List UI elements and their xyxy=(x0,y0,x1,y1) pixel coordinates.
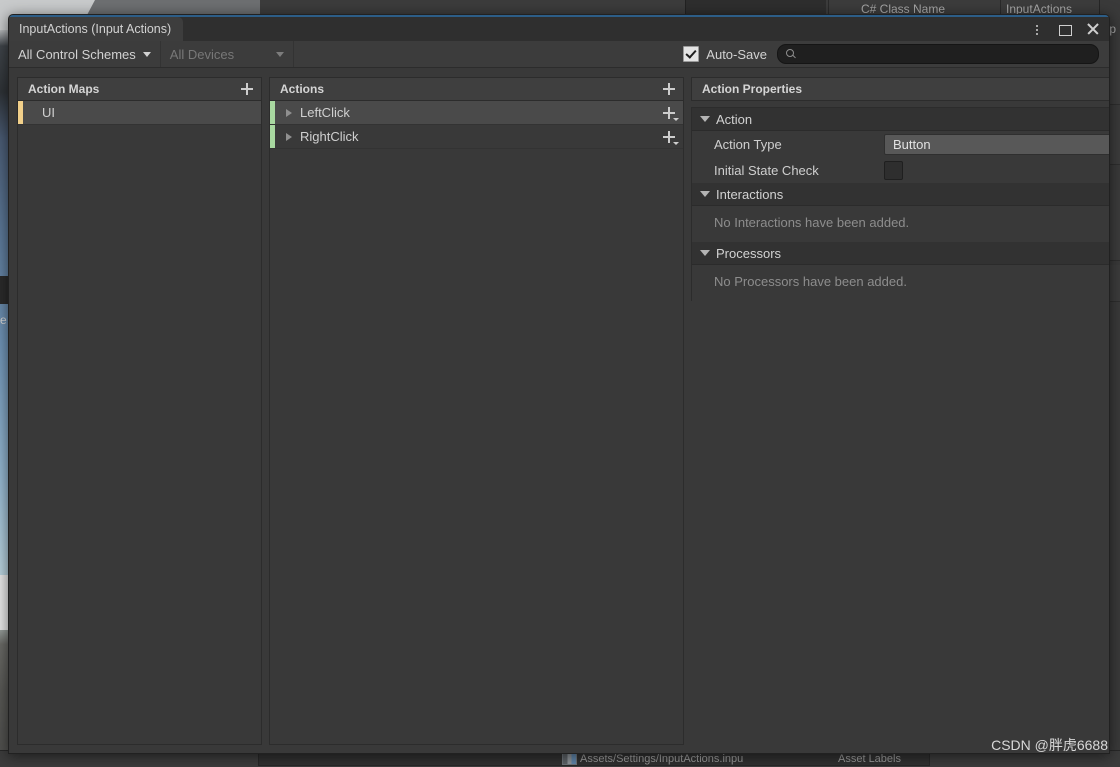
chevron-right-icon[interactable] xyxy=(286,132,292,141)
processors-empty-message: No Processors have been added. xyxy=(714,274,907,289)
field-row-action-type: Action Type Button xyxy=(692,131,1109,157)
action-properties-body: Action Action Type Button Initial State … xyxy=(691,107,1109,301)
interactions-empty-message: No Interactions have been added. xyxy=(714,215,910,230)
actions-header: Actions xyxy=(270,78,683,101)
action-label: LeftClick xyxy=(300,105,350,120)
chevron-down-icon[interactable] xyxy=(700,116,710,122)
action-maps-list[interactable]: UI xyxy=(18,101,261,744)
actions-list[interactable]: LeftClick RightClick xyxy=(270,101,683,744)
section-header-interactions[interactable]: Interactions xyxy=(692,183,1109,206)
action-maps-title: Action Maps xyxy=(28,82,100,96)
window-toolbar: All Control Schemes All Devices Auto-Sav… xyxy=(9,41,1109,68)
scene-overlay-label: e xyxy=(0,313,7,327)
devices-dropdown[interactable]: All Devices xyxy=(161,41,294,67)
auto-save-toggle[interactable]: Auto-Save xyxy=(683,46,777,62)
initial-state-check-label: Initial State Check xyxy=(714,162,819,178)
window-titlebar: InputActions (Input Actions) xyxy=(9,17,1109,41)
action-label: RightClick xyxy=(300,129,359,144)
action-properties-panel: Action Properties Action Action Type But… xyxy=(691,77,1109,745)
section-title-processors: Processors xyxy=(716,245,782,261)
section-header-action[interactable]: Action xyxy=(692,108,1109,131)
section-title-interactions: Interactions xyxy=(716,186,784,202)
auto-save-checkbox[interactable] xyxy=(683,46,700,62)
maximize-icon[interactable] xyxy=(1057,21,1073,37)
background-inspector-letter: p xyxy=(1109,22,1116,36)
add-action-button[interactable] xyxy=(662,82,676,96)
field-row-initial-state-check: Initial State Check xyxy=(692,157,1109,183)
control-schemes-label: All Control Schemes xyxy=(18,46,136,62)
chevron-down-icon[interactable] xyxy=(700,250,710,256)
window-controls xyxy=(1029,17,1101,41)
add-binding-button[interactable] xyxy=(662,106,679,121)
action-type-dropdown[interactable]: Button xyxy=(884,133,1109,155)
actions-panel: Actions LeftClick RightClick xyxy=(269,77,684,745)
initial-state-check-checkbox[interactable] xyxy=(884,160,903,180)
action-maps-header: Action Maps xyxy=(18,78,261,101)
input-actions-window: InputActions (Input Actions) All Control… xyxy=(8,14,1110,754)
action-properties-header: Action Properties xyxy=(691,77,1109,101)
auto-save-label: Auto-Save xyxy=(706,46,767,62)
window-body: Action Maps UI Actions LeftClick RightCl… xyxy=(9,67,1109,753)
section-header-processors[interactable]: Processors xyxy=(692,242,1109,265)
devices-label: All Devices xyxy=(169,46,235,62)
close-icon[interactable] xyxy=(1085,21,1101,37)
chevron-right-icon[interactable] xyxy=(286,108,292,117)
search-field[interactable] xyxy=(777,44,1099,64)
action-row-rightclick[interactable]: RightClick xyxy=(270,125,683,149)
action-accent-bar xyxy=(270,101,275,124)
action-map-row-ui[interactable]: UI xyxy=(18,101,261,125)
action-type-label: Action Type xyxy=(714,136,782,152)
add-binding-button[interactable] xyxy=(662,130,679,145)
control-schemes-dropdown[interactable]: All Control Schemes xyxy=(9,41,161,67)
window-tab-inputactions[interactable]: InputActions (Input Actions) xyxy=(9,17,184,41)
action-type-value: Button xyxy=(893,136,931,152)
search-input[interactable] xyxy=(802,46,1090,62)
chevron-down-icon xyxy=(142,51,151,57)
chevron-down-icon xyxy=(275,51,284,57)
screen: e C# Class Name InputActions p Assets/Se… xyxy=(0,0,1120,767)
more-options-icon[interactable] xyxy=(1029,21,1045,37)
action-row-leftclick[interactable]: LeftClick xyxy=(270,101,683,125)
action-accent-bar xyxy=(270,125,275,148)
action-maps-panel: Action Maps UI xyxy=(17,77,262,745)
action-map-label: UI xyxy=(42,105,55,120)
search-icon xyxy=(786,49,796,59)
add-action-map-button[interactable] xyxy=(240,82,254,96)
actions-title: Actions xyxy=(280,82,325,96)
chevron-down-icon[interactable] xyxy=(700,191,710,197)
section-title-action: Action xyxy=(716,111,753,127)
action-properties-title: Action Properties xyxy=(702,82,803,96)
watermark: CSDN @胖虎6688 xyxy=(991,737,1108,753)
